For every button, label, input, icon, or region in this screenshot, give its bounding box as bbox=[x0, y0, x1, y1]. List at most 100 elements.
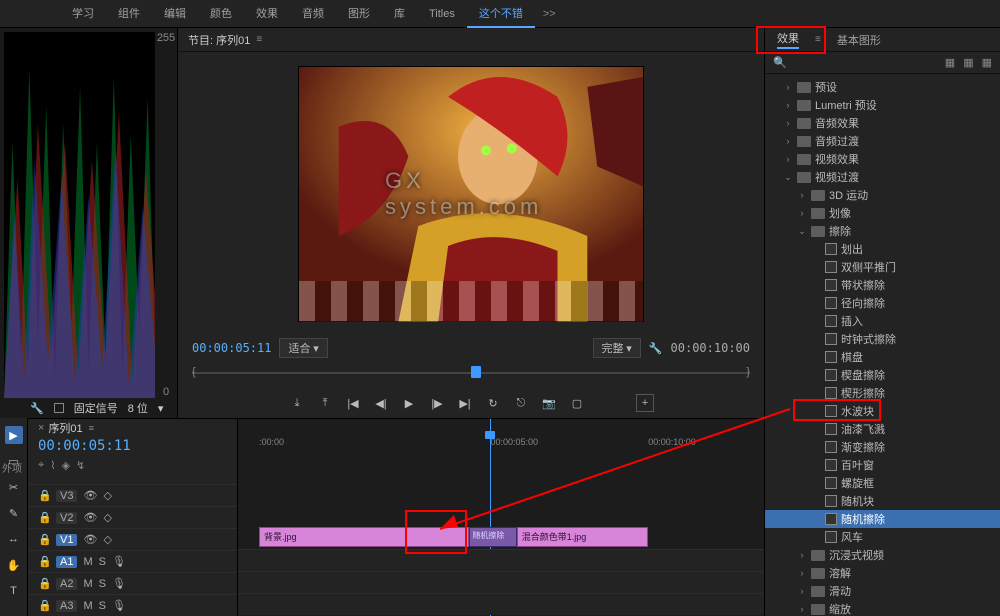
tree-folder[interactable]: ›3D 运动 bbox=[765, 186, 1000, 204]
go-to-out-button[interactable]: ▶| bbox=[456, 394, 474, 412]
zoom-fit-select[interactable]: 适合 ▾ bbox=[279, 338, 327, 358]
link-icon[interactable]: ⌇ bbox=[50, 459, 55, 472]
ws-tab-custom[interactable]: 这个不错 bbox=[467, 0, 535, 28]
voiceover-icon[interactable]: 🎙 bbox=[112, 555, 126, 568]
safe-margins-button[interactable]: ▢ bbox=[568, 394, 586, 412]
solo-button[interactable]: S bbox=[99, 578, 106, 590]
toggle-output-icon[interactable]: 👁 bbox=[83, 533, 97, 546]
track-target[interactable]: A2 bbox=[56, 578, 77, 590]
twirl-icon[interactable]: › bbox=[797, 550, 807, 560]
sequence-tab[interactable]: 序列01 bbox=[48, 420, 82, 436]
clip-v1-a[interactable]: 背景.jpg bbox=[259, 527, 469, 547]
brace-out-icon[interactable]: } bbox=[746, 366, 750, 378]
tree-folder[interactable]: ›音频效果 bbox=[765, 114, 1000, 132]
type-tool[interactable]: T bbox=[5, 582, 23, 600]
slip-tool[interactable]: ↔ bbox=[5, 530, 23, 548]
tree-folder[interactable]: ›划像 bbox=[765, 204, 1000, 222]
track-header-V1[interactable]: 🔒V1👁◇ bbox=[28, 528, 237, 550]
toggle-output-icon[interactable]: M bbox=[83, 556, 92, 568]
twirl-icon[interactable]: › bbox=[797, 586, 807, 596]
track-target[interactable]: A1 bbox=[56, 556, 77, 568]
tree-folder[interactable]: ›溶解 bbox=[765, 564, 1000, 582]
track-target[interactable]: V3 bbox=[56, 490, 77, 502]
tree-folder[interactable]: ›音频过渡 bbox=[765, 132, 1000, 150]
tree-folder[interactable]: ›视频效果 bbox=[765, 150, 1000, 168]
effects-search-input[interactable] bbox=[793, 57, 939, 69]
toggle-output-icon[interactable]: 👁 bbox=[83, 489, 97, 502]
ws-tab-learn[interactable]: 学习 bbox=[60, 0, 106, 28]
toggle-output-icon[interactable]: 👁 bbox=[83, 511, 97, 524]
lock-icon[interactable]: 🔒 bbox=[38, 533, 50, 546]
ws-tab-graphics[interactable]: 图形 bbox=[336, 0, 382, 28]
ws-tab-edit[interactable]: 编辑 bbox=[152, 0, 198, 28]
twirl-icon[interactable]: › bbox=[783, 154, 793, 164]
panel-menu-icon[interactable]: ≡ bbox=[815, 34, 821, 45]
transition-random-wipe[interactable]: 随机擦除 bbox=[469, 527, 516, 547]
twirl-icon[interactable]: › bbox=[797, 190, 807, 200]
program-preview[interactable]: GX system.com bbox=[298, 66, 644, 322]
lift-button[interactable]: ⎋ bbox=[512, 394, 530, 412]
ws-tab-library[interactable]: 库 bbox=[382, 0, 417, 28]
program-tc-left[interactable]: 00:00:05:11 bbox=[192, 341, 271, 355]
tree-effect-item[interactable]: 带状擦除 bbox=[765, 276, 1000, 294]
ws-tab-effects[interactable]: 效果 bbox=[244, 0, 290, 28]
clamp-checkbox[interactable] bbox=[54, 403, 64, 413]
sync-lock-icon[interactable]: ◇ bbox=[103, 511, 111, 524]
twirl-icon[interactable]: › bbox=[783, 82, 793, 92]
panel-menu-icon[interactable]: ≡ bbox=[256, 34, 262, 45]
effects-tab[interactable]: 效果 bbox=[777, 30, 799, 49]
tree-effect-item[interactable]: 划出 bbox=[765, 240, 1000, 258]
play-button[interactable]: ▶ bbox=[400, 394, 418, 412]
loop-button[interactable]: ↻ bbox=[484, 394, 502, 412]
chevron-down-icon[interactable]: ▾ bbox=[158, 402, 164, 415]
fx-badge-icon[interactable]: ▦ bbox=[982, 56, 992, 69]
tree-folder[interactable]: ›预设 bbox=[765, 78, 1000, 96]
track-target[interactable]: V1 bbox=[56, 534, 77, 546]
razor-tool[interactable]: ✂ bbox=[5, 478, 23, 496]
tree-effect-item[interactable]: 螺旋框 bbox=[765, 474, 1000, 492]
lock-icon[interactable]: 🔒 bbox=[38, 577, 50, 590]
tree-effect-item[interactable]: 双侧平推门 bbox=[765, 258, 1000, 276]
twirl-icon[interactable]: › bbox=[797, 604, 807, 614]
timeline-body[interactable]: :00:0000:00:05:0000:00:10:00 背景.jpg 随机擦除… bbox=[238, 419, 764, 616]
tree-folder[interactable]: ⌄视频过渡 bbox=[765, 168, 1000, 186]
track-header-V2[interactable]: 🔒 V2 👁 ◇ bbox=[28, 506, 237, 528]
fx-badge-icon[interactable]: ▦ bbox=[963, 56, 973, 69]
mark-in-button[interactable]: ⤓ bbox=[288, 394, 306, 412]
hand-tool[interactable]: ✋ bbox=[5, 556, 23, 574]
tree-folder[interactable]: ›Lumetri 预设 bbox=[765, 96, 1000, 114]
lock-icon[interactable]: 🔒 bbox=[38, 599, 50, 612]
lock-icon[interactable]: 🔒 bbox=[38, 511, 50, 524]
twirl-icon[interactable]: › bbox=[797, 568, 807, 578]
tree-folder[interactable]: ›缩放 bbox=[765, 600, 1000, 616]
tree-effect-item[interactable]: 径向擦除 bbox=[765, 294, 1000, 312]
panel-menu-icon[interactable]: ≡ bbox=[89, 423, 94, 433]
tree-folder[interactable]: ›沉浸式视频 bbox=[765, 546, 1000, 564]
fx-badge-icon[interactable]: ▦ bbox=[945, 56, 955, 69]
tree-folder[interactable]: ⌄擦除 bbox=[765, 222, 1000, 240]
twirl-icon[interactable]: › bbox=[783, 136, 793, 146]
tree-effect-item[interactable]: 插入 bbox=[765, 312, 1000, 330]
lock-icon[interactable]: 🔒 bbox=[38, 489, 50, 502]
ws-tab-audio[interactable]: 音频 bbox=[290, 0, 336, 28]
track-target[interactable]: V2 bbox=[56, 512, 77, 524]
settings-icon[interactable]: ↯ bbox=[76, 459, 85, 472]
tree-folder[interactable]: ›滑动 bbox=[765, 582, 1000, 600]
tree-effect-item[interactable]: 随机擦除 bbox=[765, 510, 1000, 528]
wrench-icon[interactable]: 🔧 bbox=[649, 342, 663, 355]
tree-effect-item[interactable]: 风车 bbox=[765, 528, 1000, 546]
tree-effect-item[interactable]: 楔形擦除 bbox=[765, 384, 1000, 402]
pen-tool[interactable]: ✎ bbox=[5, 504, 23, 522]
tree-effect-item[interactable]: 百叶窗 bbox=[765, 456, 1000, 474]
voiceover-icon[interactable]: 🎙 bbox=[112, 599, 126, 612]
twirl-icon[interactable]: › bbox=[783, 100, 793, 110]
tree-effect-item[interactable]: 随机块 bbox=[765, 492, 1000, 510]
resolution-select[interactable]: 完整 ▾ bbox=[593, 338, 641, 358]
tree-effect-item[interactable]: 棋盘 bbox=[765, 348, 1000, 366]
step-back-button[interactable]: ◀| bbox=[372, 394, 390, 412]
toggle-output-icon[interactable]: M bbox=[83, 600, 92, 612]
track-header-A2[interactable]: 🔒A2MS🎙 bbox=[28, 572, 237, 594]
tree-effect-item[interactable]: 时钟式擦除 bbox=[765, 330, 1000, 348]
selection-tool[interactable]: ▶ bbox=[5, 426, 23, 444]
button-editor-button[interactable]: + bbox=[636, 394, 654, 412]
